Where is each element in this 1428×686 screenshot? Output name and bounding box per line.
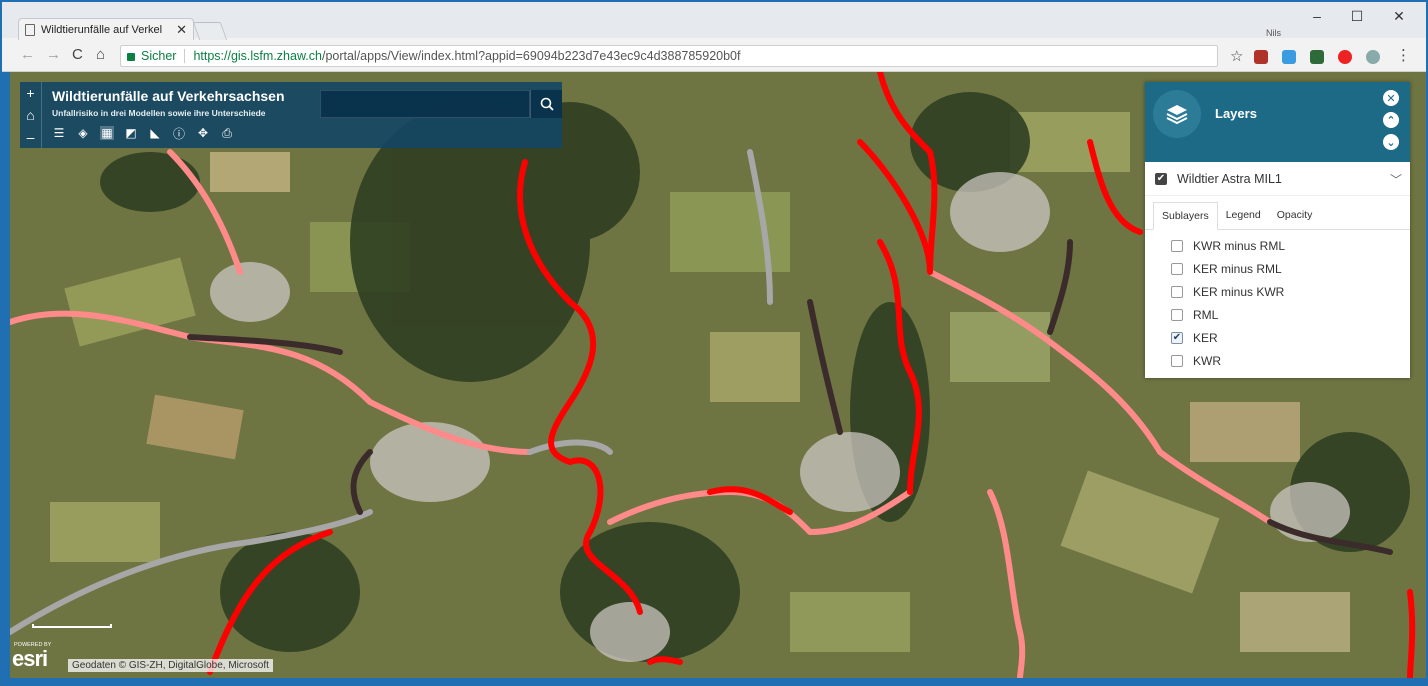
address-bar[interactable]: Sicher https://gis.lsfm.zhaw.ch/portal/a… <box>120 45 1218 67</box>
forward-icon[interactable]: → <box>46 46 61 63</box>
tab-opacity[interactable]: Opacity <box>1269 202 1321 230</box>
chevron-up-icon[interactable]: ⌃ <box>1383 112 1399 128</box>
map-attribution: Geodaten © GIS-ZH, DigitalGlobe, Microso… <box>68 659 273 672</box>
home-icon[interactable]: ⌂ <box>96 46 105 63</box>
overview-icon[interactable]: ◩ <box>124 126 138 140</box>
sublayer-label: KER <box>1193 330 1218 345</box>
tab-sublayers[interactable]: Sublayers <box>1153 202 1218 230</box>
layers-icon[interactable]: ◈ <box>76 126 90 140</box>
layer-item[interactable]: ✔ Wildtier Astra MIL1 ﹀ <box>1145 162 1410 196</box>
esri-logo[interactable]: esri <box>12 646 48 672</box>
locate-icon[interactable]: ✥ <box>196 126 210 140</box>
sublayer-label: RML <box>1193 307 1219 322</box>
sublayer-label: KWR minus RML <box>1193 238 1286 253</box>
tab-legend[interactable]: Legend <box>1218 202 1269 230</box>
zoom-controls: + ⌂ – <box>20 82 42 148</box>
measure-icon[interactable]: ◣ <box>148 126 162 140</box>
url-path: /portal/apps/View/index.html?appid=69094… <box>321 49 741 63</box>
app-title: Wildtierunfälle auf Verkehrsachsen <box>52 88 285 104</box>
search-input[interactable] <box>320 90 530 118</box>
tab-strip: Wildtierunfälle auf Verkel ✕ Nils – ☐ ✕ <box>2 2 1426 40</box>
tab-title: Wildtierunfälle auf Verkel <box>41 23 163 36</box>
back-icon[interactable]: ← <box>20 46 35 63</box>
pdf-extension-icon[interactable] <box>1254 50 1268 64</box>
layers-panel: Layers ✕ ⌃ ⌄ ✔ Wildtier Astra MIL1 ﹀ Sub… <box>1145 82 1410 378</box>
tool-row: ☰ ◈ ▦ ◩ ◣ ⓘ ✥ ⎙ <box>52 126 234 141</box>
lock-icon <box>127 53 135 61</box>
browser-menu-icon[interactable]: ⋮ <box>1396 46 1411 64</box>
sublayer-label: KWR <box>1193 353 1221 368</box>
info-icon[interactable]: ⓘ <box>172 126 186 141</box>
page-icon <box>25 23 35 36</box>
sublayer-item[interactable]: ✔ KER <box>1171 326 1410 349</box>
home-button[interactable]: ⌂ <box>26 108 34 122</box>
search-icon <box>540 97 554 111</box>
download-extension-icon[interactable] <box>1310 50 1324 64</box>
basemap-icon[interactable]: ▦ <box>100 126 114 140</box>
layers-panel-title: Layers <box>1215 106 1257 121</box>
url-host: https://gis.lsfm.zhaw.ch <box>193 49 322 63</box>
map-view[interactable]: + ⌂ – Wildtierunfälle auf Verkehrsachsen… <box>10 72 1426 678</box>
layers-icon <box>1153 90 1201 138</box>
layer-checkbox[interactable]: ✔ <box>1155 172 1167 185</box>
sublayer-checkbox[interactable]: ✔ <box>1171 331 1183 344</box>
list-icon[interactable]: ☰ <box>52 126 66 140</box>
power-extension-icon[interactable] <box>1338 50 1352 64</box>
sublayer-item[interactable]: KER minus RML <box>1171 257 1410 280</box>
zoom-in-button[interactable]: + <box>26 86 34 100</box>
layers-panel-header: Layers ✕ ⌃ ⌄ <box>1145 82 1410 162</box>
bookmark-star-icon[interactable]: ☆ <box>1230 47 1243 65</box>
maximize-button[interactable]: ☐ <box>1342 8 1372 25</box>
window-close-button[interactable]: ✕ <box>1384 8 1414 25</box>
sublayer-checkbox[interactable] <box>1171 262 1183 275</box>
sublayer-list: KWR minus RML KER minus RML KER minus KW… <box>1145 230 1410 372</box>
search-button[interactable] <box>530 90 562 118</box>
scale-bar <box>32 624 112 628</box>
layer-name: Wildtier Astra MIL1 <box>1177 171 1282 186</box>
browser-toolbar: ← → C ⌂ Sicher https://gis.lsfm.zhaw.ch /… <box>2 40 1426 72</box>
divider <box>184 49 186 63</box>
reload-icon[interactable]: C <box>72 46 83 63</box>
app-subtitle: Unfallrisiko in drei Modellen sowie ihre… <box>52 108 266 118</box>
sublayer-label: KER minus KWR <box>1193 284 1285 299</box>
sublayer-item[interactable]: KWR minus RML <box>1171 234 1410 257</box>
profile-name[interactable]: Nils <box>1266 28 1281 38</box>
sublayer-checkbox[interactable] <box>1171 285 1183 298</box>
chevron-down-icon[interactable]: ⌄ <box>1383 134 1399 150</box>
tab-close-icon[interactable]: ✕ <box>176 22 187 38</box>
secure-label: Sicher <box>141 49 177 63</box>
expand-chevron-icon[interactable]: ﹀ <box>1390 171 1402 188</box>
sublayer-checkbox[interactable] <box>1171 239 1183 252</box>
sublayer-checkbox[interactable] <box>1171 308 1183 321</box>
minimize-button[interactable]: – <box>1302 8 1332 24</box>
sublayer-item[interactable]: RML <box>1171 303 1410 326</box>
sublayer-item[interactable]: KWR <box>1171 349 1410 372</box>
sublayer-checkbox[interactable] <box>1171 354 1183 367</box>
sublayer-label: KER minus RML <box>1193 261 1282 276</box>
close-icon[interactable]: ✕ <box>1383 90 1399 106</box>
browser-tab[interactable]: Wildtierunfälle auf Verkel ✕ <box>18 18 194 40</box>
zoom-out-button[interactable]: – <box>27 130 35 144</box>
plus-extension-icon[interactable] <box>1282 50 1296 64</box>
browser-chrome: Wildtierunfälle auf Verkel ✕ Nils – ☐ ✕ … <box>2 2 1426 72</box>
print-icon[interactable]: ⎙ <box>220 126 234 140</box>
app-header: + ⌂ – Wildtierunfälle auf Verkehrsachsen… <box>20 82 562 148</box>
puzzle-extension-icon[interactable] <box>1366 50 1380 64</box>
layer-tabs: Sublayers Legend Opacity <box>1145 202 1410 230</box>
sublayer-item[interactable]: KER minus KWR <box>1171 280 1410 303</box>
new-tab-button[interactable] <box>192 22 228 40</box>
